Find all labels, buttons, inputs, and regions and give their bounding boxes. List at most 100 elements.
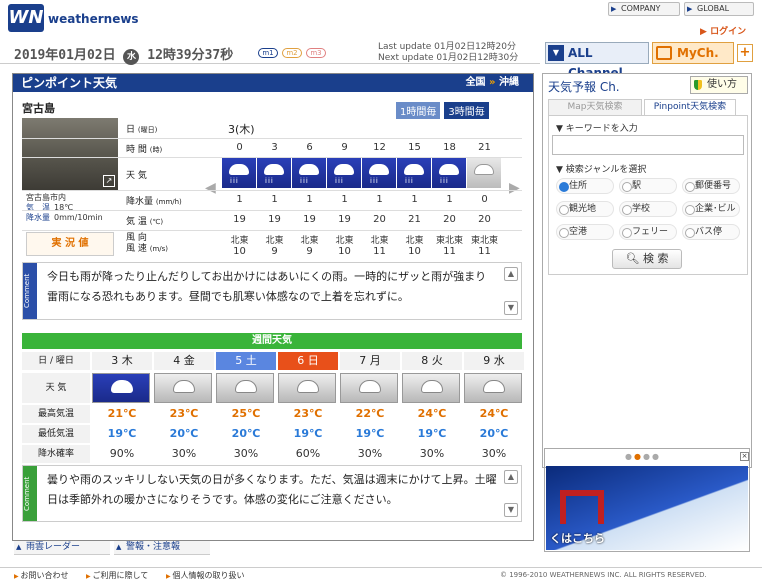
weekly-rain-chance: 90% bbox=[109, 447, 135, 460]
scroll-down-icon[interactable]: ▼ bbox=[504, 301, 518, 315]
company-link[interactable]: COMPANY bbox=[608, 2, 680, 16]
genre-label: ▼ 検索ジャンルを選択 bbox=[556, 165, 647, 175]
promo-banner[interactable]: くはこちら bbox=[546, 466, 748, 550]
chip-m1[interactable]: m1 bbox=[258, 48, 278, 58]
scroll-down-icon[interactable]: ▼ bbox=[504, 503, 518, 517]
search-button[interactable]: 🔍︎ 検 索 bbox=[612, 249, 682, 269]
weekly-high-temp: 25℃ bbox=[231, 407, 261, 420]
hour-cell: 18 bbox=[443, 142, 456, 153]
genre-radio[interactable]: フェリー bbox=[619, 224, 677, 240]
weekly-high-temp: 23℃ bbox=[169, 407, 199, 420]
cloud-shape bbox=[229, 164, 249, 175]
add-channel-button[interactable]: + bbox=[737, 44, 753, 62]
last-update: Last update 01月02日12時20分 bbox=[378, 42, 516, 52]
all-channel-button[interactable]: ▼ALL Channel bbox=[545, 42, 649, 80]
label-time-sub: (時) bbox=[149, 146, 163, 154]
expand-icon[interactable]: ↗ bbox=[103, 175, 115, 187]
chip-m2[interactable]: m2 bbox=[282, 48, 302, 58]
torii-image bbox=[560, 490, 604, 524]
weekly-day-header: 8 火 bbox=[402, 352, 462, 370]
raindrops: ⅰⅰⅰ bbox=[265, 177, 274, 185]
divider bbox=[22, 210, 522, 211]
cloud-shape bbox=[359, 380, 381, 393]
label-time-text: 時 間 bbox=[126, 145, 147, 155]
genre-radio[interactable]: 観光地 bbox=[556, 201, 614, 217]
weekly-low-temp: 20℃ bbox=[169, 427, 199, 440]
cloudy-icon bbox=[154, 373, 212, 403]
genre-radio[interactable]: 学校 bbox=[619, 201, 677, 217]
live-camera-photo[interactable]: ↗ bbox=[22, 118, 118, 190]
panel-title: ピンポイント天気 bbox=[21, 76, 118, 90]
rain-icon: ⅰⅰⅰ bbox=[222, 158, 256, 188]
weekly-rain-chance: 30% bbox=[171, 447, 197, 460]
raindrops: ⅰⅰⅰ bbox=[370, 177, 379, 185]
keyword-label: ▼ キーワードを入力 bbox=[556, 124, 638, 134]
wind-speed-cell: 10 bbox=[408, 246, 421, 257]
wind-speed-cell: 11 bbox=[443, 246, 456, 257]
next-arrow-icon[interactable]: ▶ bbox=[509, 180, 520, 196]
wind-dir-cell: 北東 bbox=[335, 236, 354, 246]
scroll-up-icon[interactable]: ▲ bbox=[504, 470, 518, 484]
usage-button[interactable]: 使い方 bbox=[690, 76, 748, 94]
breadcrumb-national[interactable]: 全国 bbox=[466, 77, 486, 88]
hour-cell: 3 bbox=[271, 142, 278, 153]
precip-cell: 1 bbox=[376, 194, 383, 205]
wind-speed-cell: 11 bbox=[478, 246, 491, 257]
interval-1h-button[interactable]: 1時間毎 bbox=[396, 102, 441, 119]
weekly-high-temp: 24℃ bbox=[479, 407, 509, 420]
label-precip: 降水量 (mm/h) bbox=[122, 194, 200, 207]
genre-radio[interactable]: 企業･ビル bbox=[682, 201, 740, 217]
weekly-comment-box: Comment 曇りや雨のスッキリしない天気の日が多くなります。ただ、気温は週末… bbox=[22, 465, 522, 522]
temp-cell: 20 bbox=[373, 214, 386, 225]
label-temp-text: 気 温 bbox=[126, 217, 147, 227]
weekly-low-temp: 19℃ bbox=[107, 427, 137, 440]
login-link[interactable]: ▶ ログイン bbox=[700, 24, 746, 37]
keyword-input[interactable] bbox=[552, 135, 744, 155]
rain-icon: ⅰⅰⅰ bbox=[292, 158, 326, 188]
footer-privacy-link[interactable]: 個人情報の取り扱い bbox=[166, 570, 245, 581]
weekly-rain-chance: 60% bbox=[295, 447, 321, 460]
cloud-shape bbox=[369, 164, 389, 175]
cloud-shape bbox=[173, 380, 195, 393]
logo-mark: WN bbox=[8, 4, 44, 32]
footer-contact-link[interactable]: お問い合わせ bbox=[14, 570, 69, 581]
weekly-low-temp: 20℃ bbox=[479, 427, 509, 440]
panel-title-bar: ピンポイント天気 全国 » 沖縄 bbox=[13, 74, 533, 92]
weekly-day-header: 6 日 bbox=[278, 352, 338, 370]
search-icon: 🔍︎ bbox=[625, 252, 640, 265]
prev-arrow-icon[interactable]: ◀ bbox=[205, 180, 216, 196]
hour-cell: 0 bbox=[236, 142, 243, 153]
wind-speed-cell: 9 bbox=[271, 246, 278, 257]
label-precip-text: 降水量 bbox=[126, 197, 154, 207]
genre-radio[interactable]: 郵便番号 bbox=[682, 178, 740, 194]
interval-3h-button[interactable]: 3時間毎 bbox=[444, 102, 489, 119]
date-text: 2019年01月02日 bbox=[14, 48, 116, 63]
footer-terms-link[interactable]: ご利用に際して bbox=[86, 570, 149, 581]
genre-radio[interactable]: 住所 bbox=[556, 178, 614, 194]
rain-icon: ⅰⅰⅰ bbox=[257, 158, 291, 188]
hourly-comment-box: Comment 今日も雨が降ったり止んだりしてお出かけにはあいにくの雨。一時的に… bbox=[22, 262, 522, 320]
location-name: 宮古島 bbox=[22, 102, 55, 115]
weekly-low-temp: 20℃ bbox=[231, 427, 261, 440]
cloud-shape bbox=[264, 164, 284, 175]
chip-m3[interactable]: m3 bbox=[306, 48, 326, 58]
breadcrumb-okinawa[interactable]: 沖縄 bbox=[499, 77, 519, 88]
tab-map-search[interactable]: Map天気検索 bbox=[548, 99, 642, 115]
live-observation-button[interactable]: 実 況 値 bbox=[26, 232, 114, 256]
genre-radio[interactable]: 駅 bbox=[619, 178, 677, 194]
global-link[interactable]: GLOBAL bbox=[684, 2, 754, 16]
close-icon[interactable]: × bbox=[740, 452, 749, 461]
mych-button[interactable]: MyCh. bbox=[652, 42, 734, 64]
carousel-dots[interactable]: ●●●● bbox=[625, 452, 661, 461]
tab-pinpoint-search[interactable]: Pinpoint天気検索 bbox=[644, 99, 736, 115]
rain-radar-link[interactable]: 雨雲レーダー bbox=[14, 541, 110, 555]
label-wind-speed: 風 速 bbox=[126, 244, 147, 254]
genre-radio[interactable]: 空港 bbox=[556, 224, 614, 240]
scroll-up-icon[interactable]: ▲ bbox=[504, 267, 518, 281]
weathernews-logo[interactable]: WN weathernews bbox=[8, 4, 139, 34]
weekly-title: 週間天気 bbox=[22, 333, 522, 349]
warnings-link[interactable]: 警報・注意報 bbox=[114, 541, 210, 555]
time-text: 12時39分37秒 bbox=[147, 48, 234, 63]
rain-icon: ⅰⅰⅰ bbox=[397, 158, 431, 188]
genre-radio[interactable]: バス停 bbox=[682, 224, 740, 240]
